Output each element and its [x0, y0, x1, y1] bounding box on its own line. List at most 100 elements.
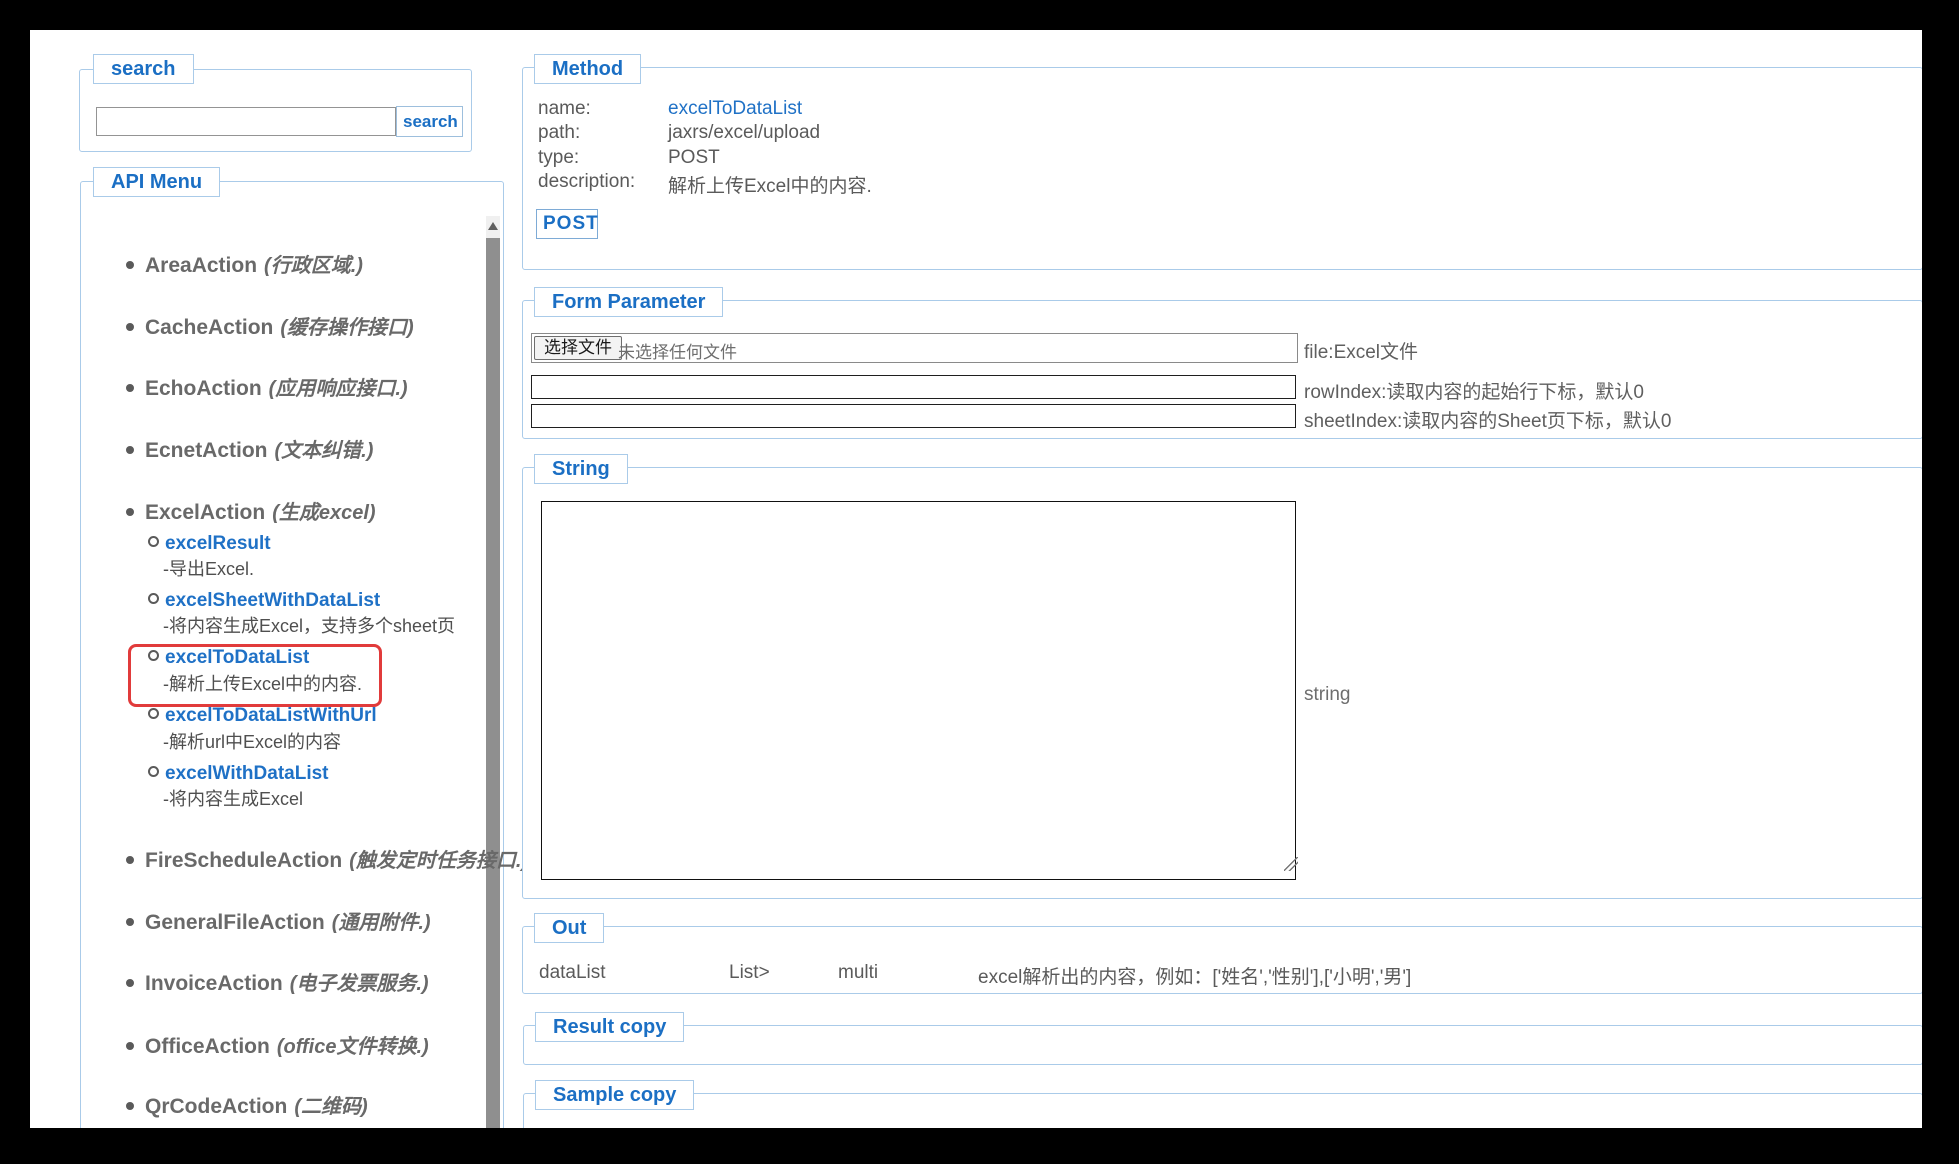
menu-item-suffix: (生成excel)	[272, 502, 375, 524]
bullet-icon	[126, 384, 134, 392]
method-panel: Method name:excelToDataList path:jaxrs/e…	[522, 67, 1922, 270]
bullet-icon	[126, 261, 134, 269]
method-description-value: 解析上传Excel中的内容.	[668, 171, 872, 198]
out-legend: Out	[534, 913, 604, 943]
file-upload-input[interactable]: 选择文件 未选择任何文件	[531, 333, 1298, 363]
menu-link-label[interactable]: excelWithDataList	[165, 763, 329, 784]
search-button[interactable]: search	[396, 106, 463, 137]
rowindex-field-label: rowIndex:读取内容的起始行下标，默认0	[1304, 377, 1644, 404]
method-name-value[interactable]: excelToDataList	[668, 98, 802, 120]
bullet-icon	[126, 323, 134, 331]
resize-grip-icon[interactable]	[1284, 857, 1298, 871]
string-legend: String	[534, 454, 628, 484]
menu-link-label[interactable]: excelResult	[165, 533, 271, 554]
menu-item-generalfile: GeneralFileAction(通用附件.)	[126, 906, 431, 935]
result-copy-legend: Result copy	[535, 1012, 684, 1042]
menu-link-exceltodatalist[interactable]: excelToDataList	[148, 647, 309, 669]
out-field-type: List>	[729, 962, 770, 984]
string-type-label: string	[1304, 684, 1350, 706]
search-panel: search search	[79, 69, 472, 152]
menu-item-echo: EchoAction (应用响应接口.)	[126, 372, 408, 401]
out-field-multi: multi	[838, 962, 878, 984]
post-submit-button[interactable]: POST	[536, 209, 598, 239]
file-field-label: file:Excel文件	[1304, 337, 1418, 364]
search-panel-legend: search	[93, 54, 194, 84]
scroll-up-icon[interactable]	[486, 216, 500, 236]
file-status-text: 未选择任何文件	[618, 338, 737, 363]
menu-item-qrcode: QrCodeAction (二维码)	[126, 1090, 368, 1119]
out-field-name: dataList	[539, 962, 606, 984]
menu-item-suffix: (触发定时任务接口.)	[349, 850, 528, 872]
menu-item-label: CacheAction	[145, 316, 273, 339]
menu-item-suffix: (缓存操作接口)	[280, 317, 413, 339]
method-path-label: path:	[538, 122, 580, 143]
method-name-label: name:	[538, 98, 591, 119]
circle-bullet-icon	[148, 536, 159, 547]
menu-item-suffix: (二维码)	[294, 1096, 367, 1118]
menu-link-desc: -导出Excel.	[163, 555, 254, 581]
menu-link-desc: -解析url中Excel的内容	[163, 728, 341, 754]
sheetindex-input[interactable]	[531, 404, 1296, 428]
choose-file-button[interactable]: 选择文件	[534, 336, 622, 360]
menu-link-desc: -将内容生成Excel，支持多个sheet页	[163, 612, 455, 638]
menu-item-label: ExcelAction	[145, 501, 265, 524]
menu-item-label: QrCodeAction	[145, 1095, 287, 1118]
form-parameter-legend: Form Parameter	[534, 287, 723, 317]
sample-copy-legend: Sample copy	[535, 1080, 694, 1110]
bullet-icon	[126, 508, 134, 516]
menu-item-excel: ExcelAction (生成excel)	[126, 496, 376, 525]
menu-item-suffix: (应用响应接口.)	[269, 378, 408, 400]
menu-item-label: EcnetAction	[145, 439, 268, 462]
menu-link-exceltodatalistwithurl[interactable]: excelToDataListWithUrl	[148, 705, 377, 727]
bullet-icon	[126, 446, 134, 454]
menu-link-excelresult[interactable]: excelResult	[148, 533, 271, 555]
menu-item-label: EchoAction	[145, 377, 262, 400]
menu-link-label[interactable]: excelToDataList	[165, 647, 309, 668]
menu-item-label: AreaAction	[145, 254, 257, 277]
bullet-icon	[126, 1102, 134, 1110]
menu-item-label: FireScheduleAction	[145, 849, 342, 872]
bullet-icon	[126, 918, 134, 926]
sample-copy-panel: Sample copy	[523, 1093, 1922, 1128]
circle-bullet-icon	[148, 650, 159, 661]
sheetindex-field-label: sheetIndex:读取内容的Sheet页下标，默认0	[1304, 406, 1671, 433]
string-body-textarea[interactable]	[541, 501, 1296, 880]
menu-item-ecnet: EcnetAction(文本纠错.)	[126, 434, 373, 463]
scrollbar-thumb[interactable]	[486, 238, 500, 1128]
menu-link-desc: -解析上传Excel中的内容.	[163, 670, 362, 696]
rowindex-input[interactable]	[531, 375, 1296, 399]
method-legend: Method	[534, 54, 641, 84]
menu-item-label: OfficeAction	[145, 1035, 270, 1058]
circle-bullet-icon	[148, 708, 159, 719]
menu-link-label[interactable]: excelSheetWithDataList	[165, 590, 380, 611]
bullet-icon	[126, 979, 134, 987]
circle-bullet-icon	[148, 766, 159, 777]
out-panel: Out dataList List> multi excel解析出的内容，例如：…	[522, 926, 1922, 994]
api-menu-legend: API Menu	[93, 167, 220, 197]
menu-link-excelsheetwithdatalist[interactable]: excelSheetWithDataList	[148, 590, 380, 612]
screenshot-frame: search search API Menu AreaAction (行政区域.)…	[0, 0, 1959, 1164]
method-path-value: jaxrs/excel/upload	[668, 122, 820, 144]
api-menu-panel: API Menu AreaAction(行政区域.) CacheAction(缓…	[80, 181, 504, 1128]
page-content: search search API Menu AreaAction (行政区域.)…	[30, 30, 1922, 1128]
form-parameter-panel: Form Parameter 选择文件 未选择任何文件 file:Excel文件…	[522, 300, 1922, 439]
menu-item-fireschedule: FireScheduleAction (触发定时任务接口.)	[126, 844, 528, 873]
menu-item-label: InvoiceAction	[145, 972, 283, 995]
out-field-desc: excel解析出的内容，例如：['姓名','性别'],['小明','男']	[978, 962, 1411, 989]
string-panel: String string	[522, 467, 1922, 899]
menu-scrollbar[interactable]	[486, 216, 500, 1128]
menu-item-suffix: (电子发票服务.)	[290, 973, 429, 995]
bullet-icon	[126, 1042, 134, 1050]
circle-bullet-icon	[148, 593, 159, 604]
search-input[interactable]	[96, 107, 396, 136]
menu-item-cache: CacheAction (缓存操作接口)	[126, 311, 414, 340]
bullet-icon	[126, 856, 134, 864]
menu-link-desc: -将内容生成Excel	[163, 785, 303, 811]
menu-link-excelwithdatalist[interactable]: excelWithDataList	[148, 763, 329, 785]
result-copy-panel: Result copy	[523, 1025, 1922, 1065]
menu-link-label[interactable]: excelToDataListWithUrl	[165, 705, 377, 726]
menu-item-office: OfficeAction(office文件转换.)	[126, 1030, 429, 1059]
menu-item-label: GeneralFileAction	[145, 911, 325, 934]
menu-item-suffix: (行政区域.)	[264, 255, 363, 277]
method-type-value: POST	[668, 147, 720, 169]
